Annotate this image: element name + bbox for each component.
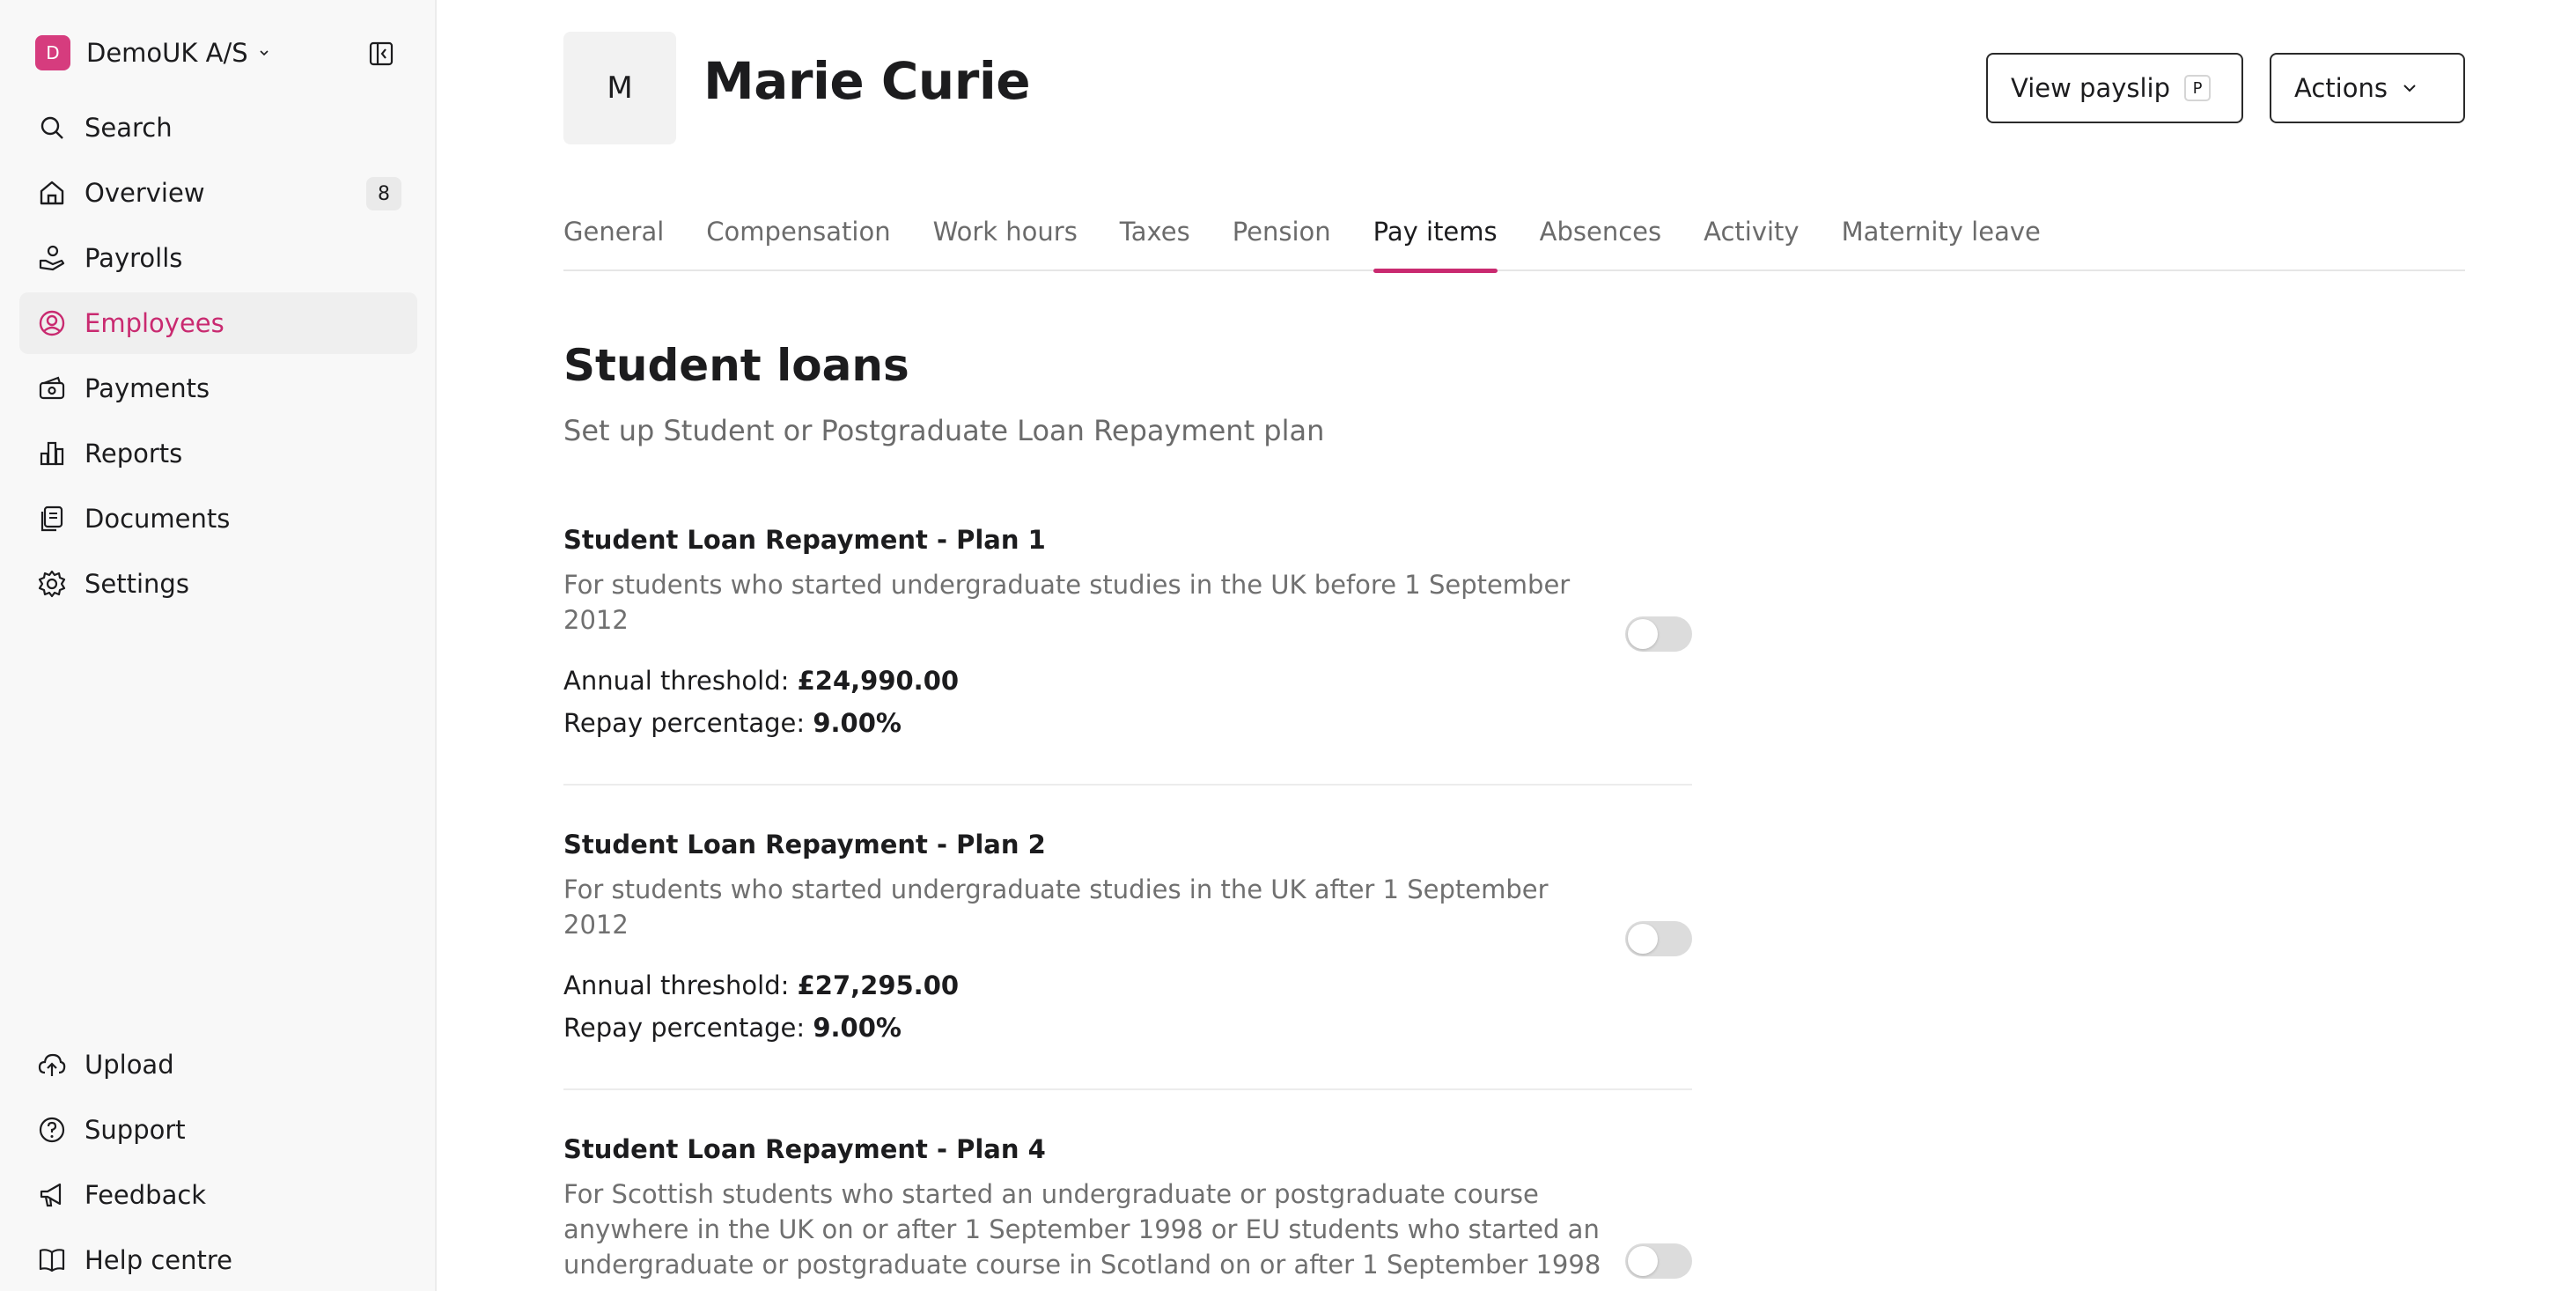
documents-icon	[37, 504, 67, 534]
plan-description: For Scottish students who started an und…	[563, 1179, 1601, 1280]
sidebar-item-upload[interactable]: Upload	[19, 1034, 417, 1096]
collapse-sidebar-icon[interactable]	[368, 41, 394, 67]
sidebar-item-label: Help centre	[85, 1245, 232, 1275]
repay-label: Repay percentage:	[563, 1013, 806, 1043]
sidebar-item-documents[interactable]: Documents	[19, 488, 417, 550]
employee-avatar: M	[563, 32, 676, 144]
org-switcher[interactable]: D DemoUK A/S	[35, 35, 269, 70]
plan-card: Student Loan Repayment - Plan 2 For stud…	[563, 830, 1692, 1090]
threshold-label: Annual threshold:	[563, 666, 790, 696]
sidebar-item-label: Documents	[85, 504, 231, 534]
sidebar-item-label: Upload	[85, 1050, 174, 1080]
sidebar-item-payrolls[interactable]: Payrolls	[19, 227, 417, 289]
payroll-hand-icon	[37, 243, 67, 273]
repay-percentage: Repay percentage: 9.00%	[563, 706, 1692, 740]
org-name: DemoUK A/S	[86, 38, 248, 68]
chevron-down-icon	[260, 50, 269, 56]
repay-percentage: Repay percentage: 9.00%	[563, 1011, 1692, 1044]
tab-taxes[interactable]: Taxes	[1120, 211, 1190, 271]
tab-work-hours[interactable]: Work hours	[933, 211, 1078, 271]
repay-label: Repay percentage:	[563, 708, 806, 738]
plan-toggle[interactable]	[1625, 921, 1692, 956]
threshold-value: £27,295.00	[797, 970, 960, 1000]
sidebar-item-support[interactable]: Support	[19, 1099, 417, 1161]
sidebar-item-label: Employees	[85, 308, 224, 338]
sidebar-item-payments[interactable]: Payments	[19, 358, 417, 419]
section-subtitle: Set up Student or Postgraduate Loan Repa…	[563, 414, 1325, 447]
main-content: M Marie Curie View payslip P Actions Gen…	[437, 0, 2576, 1291]
plan-toggle[interactable]	[1625, 616, 1692, 652]
sidebar-item-label: Payments	[85, 373, 210, 403]
user-circle-icon	[37, 308, 67, 338]
sidebar-item-label: Search	[85, 113, 173, 143]
sidebar-item-label: Payrolls	[85, 243, 183, 273]
sidebar-item-label: Overview	[85, 178, 205, 208]
tab-pension[interactable]: Pension	[1233, 211, 1331, 271]
home-icon	[37, 178, 67, 208]
sidebar-bottom-nav: Upload Support Feedback Help centre	[19, 1034, 417, 1291]
cloud-upload-icon	[37, 1050, 67, 1080]
plan-title: Student Loan Repayment - Plan 1	[563, 525, 1046, 555]
help-circle-icon	[37, 1115, 67, 1145]
sidebar: D DemoUK A/S Search Overview 8 Payrolls	[0, 0, 437, 1291]
sidebar-item-help-centre[interactable]: Help centre	[19, 1229, 417, 1291]
sidebar-nav: Search Overview 8 Payrolls Employees Pay…	[19, 97, 417, 618]
app-window: D DemoUK A/S Search Overview 8 Payrolls	[0, 0, 2576, 1291]
tab-absences[interactable]: Absences	[1540, 211, 1661, 271]
sidebar-item-reports[interactable]: Reports	[19, 423, 417, 484]
book-icon	[37, 1245, 67, 1275]
search-icon	[37, 113, 67, 143]
page-title: Marie Curie	[703, 51, 1031, 111]
notification-badge: 8	[366, 177, 401, 210]
threshold-value: £24,990.00	[797, 666, 960, 696]
sidebar-item-feedback[interactable]: Feedback	[19, 1164, 417, 1226]
org-avatar: D	[35, 35, 70, 70]
sidebar-item-label: Feedback	[85, 1180, 207, 1210]
employee-tabs: General Compensation Work hours Taxes Pe…	[563, 211, 2465, 273]
gear-icon	[37, 569, 67, 599]
chevron-down-icon	[2403, 85, 2416, 92]
actions-label: Actions	[2294, 73, 2388, 103]
payments-icon	[37, 373, 67, 403]
plan-title: Student Loan Repayment - Plan 2	[563, 830, 1046, 859]
threshold-label: Annual threshold:	[563, 970, 790, 1000]
repay-value: 9.00%	[813, 708, 902, 738]
plan-description: For students who started undergraduate s…	[563, 874, 1549, 940]
plan-card: Student Loan Repayment - Plan 1 For stud…	[563, 525, 1692, 786]
tab-compensation[interactable]: Compensation	[706, 211, 890, 271]
sidebar-item-settings[interactable]: Settings	[19, 553, 417, 615]
actions-button[interactable]: Actions	[2270, 53, 2465, 123]
annual-threshold: Annual threshold: £27,295.00	[563, 969, 1692, 1002]
sidebar-item-label: Settings	[85, 569, 189, 599]
sidebar-item-search[interactable]: Search	[19, 97, 417, 159]
section-title: Student loans	[563, 340, 909, 391]
plan-card: Student Loan Repayment - Plan 4 For Scot…	[563, 1134, 1692, 1291]
tab-pay-items[interactable]: Pay items	[1373, 211, 1498, 273]
repay-value: 9.00%	[813, 1013, 902, 1043]
sidebar-item-label: Support	[85, 1115, 186, 1145]
view-payslip-label: View payslip	[2011, 73, 2171, 103]
tab-maternity-leave[interactable]: Maternity leave	[1842, 211, 2041, 271]
plan-description: For students who started undergraduate s…	[563, 570, 1571, 635]
annual-threshold: Annual threshold: £24,990.00	[563, 664, 1692, 697]
view-payslip-button[interactable]: View payslip P	[1986, 53, 2243, 123]
keyboard-shortcut-badge: P	[2184, 75, 2212, 101]
plan-title: Student Loan Repayment - Plan 4	[563, 1134, 1046, 1164]
bar-chart-icon	[37, 439, 67, 468]
plan-toggle[interactable]	[1625, 1243, 1692, 1279]
sidebar-item-employees[interactable]: Employees	[19, 292, 417, 354]
tab-activity[interactable]: Activity	[1704, 211, 1799, 271]
sidebar-item-overview[interactable]: Overview 8	[19, 162, 417, 224]
sidebar-item-label: Reports	[85, 439, 183, 468]
tab-general[interactable]: General	[563, 211, 664, 271]
megaphone-icon	[37, 1180, 67, 1210]
